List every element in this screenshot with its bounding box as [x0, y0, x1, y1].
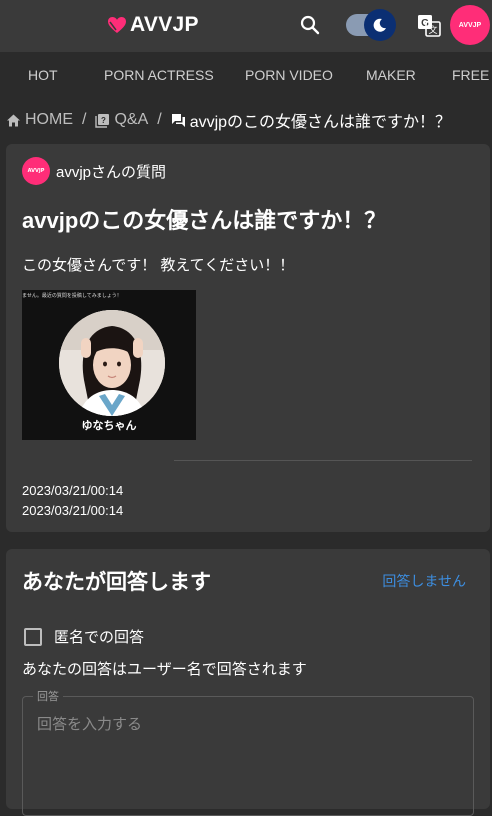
image-name-label: ゆなちゃん: [81, 419, 137, 432]
breadcrumb-current: avvjpのこの女優さんは誰ですか！？: [171, 108, 451, 132]
heart-logo-icon: [108, 17, 126, 33]
question-image[interactable]: ません。最近の質問を投稿してみましょう！ ゆなちゃん: [22, 290, 196, 440]
breadcrumb-home[interactable]: HOME: [6, 111, 73, 129]
answer-card: あなたが回答します 回答しません 匿名での回答 あなたの回答はユーザー名で回答さ…: [6, 549, 490, 816]
chat-icon: [171, 113, 185, 127]
question-card: AVVJP avvjpさんの質問 avvjpのこの女優さんは誰ですか！？ この女…: [6, 144, 490, 532]
answer-field-legend: 回答: [33, 688, 63, 704]
date-updated: 2023/03/21/00:14: [22, 503, 124, 518]
breadcrumb: HOME / ? Q&A / avvjpのこの女優さんは誰ですか！？: [6, 108, 492, 132]
date-created: 2023/03/21/00:14: [22, 483, 124, 498]
actress-photo: [59, 310, 165, 416]
qa-icon: ?: [95, 113, 110, 128]
breadcrumb-separator: /: [82, 111, 87, 128]
dark-mode-toggle[interactable]: [346, 9, 396, 41]
divider: [174, 460, 472, 461]
image-caption-top: ません。最近の質問を投稿してみましょう！: [22, 293, 122, 299]
asker-avatar: AVVJP: [22, 157, 50, 185]
breadcrumb-separator: /: [157, 111, 162, 128]
user-avatar[interactable]: AVVJP: [450, 5, 490, 45]
question-title: avvjpのこの女優さんは誰ですか！？: [22, 208, 387, 233]
answer-heading: あなたが回答します: [22, 571, 211, 594]
answer-input[interactable]: 回答 回答を入力する: [22, 688, 474, 816]
svg-text:?: ?: [102, 116, 107, 125]
translate-icon[interactable]: G 文: [417, 13, 442, 38]
logo-text: AVVJP: [130, 13, 199, 36]
nav-item-free[interactable]: FREE: [452, 67, 489, 83]
top-bar: AVVJP G 文 AVVJP: [0, 0, 492, 52]
nav-item-porn-actress[interactable]: PORN ACTRESS: [104, 67, 214, 83]
moon-icon: [364, 9, 396, 41]
answer-note: あなたの回答はユーザー名で回答されます: [22, 661, 307, 678]
nav-item-porn-video[interactable]: PORN VIDEO: [245, 67, 333, 83]
search-icon[interactable]: [298, 13, 322, 37]
svg-text:文: 文: [428, 24, 437, 36]
answer-placeholder: 回答を入力する: [37, 716, 143, 733]
breadcrumb-qa-label: Q&A: [114, 111, 149, 128]
anonymous-option[interactable]: 匿名での回答: [24, 626, 144, 647]
nav-item-hot[interactable]: HOT: [28, 67, 58, 83]
anonymous-label: 匿名での回答: [54, 629, 145, 646]
breadcrumb-qa[interactable]: ? Q&A: [95, 111, 148, 129]
asker-avatar-text: AVVJP: [27, 168, 45, 174]
category-nav: HOT PORN ACTRESS PORN VIDEO MAKER FREE: [0, 52, 492, 100]
asker-name: avvjpさんの質問: [56, 163, 167, 181]
site-logo[interactable]: AVVJP: [107, 12, 199, 38]
breadcrumb-current-label: avvjpのこの女優さんは誰ですか！？: [189, 114, 452, 131]
home-icon: [7, 114, 20, 126]
anonymous-checkbox[interactable]: [24, 627, 42, 646]
asker-info[interactable]: AVVJP avvjpさんの質問: [22, 157, 166, 185]
avatar-text: AVVJP: [458, 21, 482, 29]
decline-answer-link[interactable]: 回答しません: [382, 571, 466, 591]
question-body: この女優さんです！ 教えてください！！: [22, 257, 295, 274]
nav-item-maker[interactable]: MAKER: [366, 67, 416, 83]
breadcrumb-home-label: HOME: [25, 111, 73, 128]
